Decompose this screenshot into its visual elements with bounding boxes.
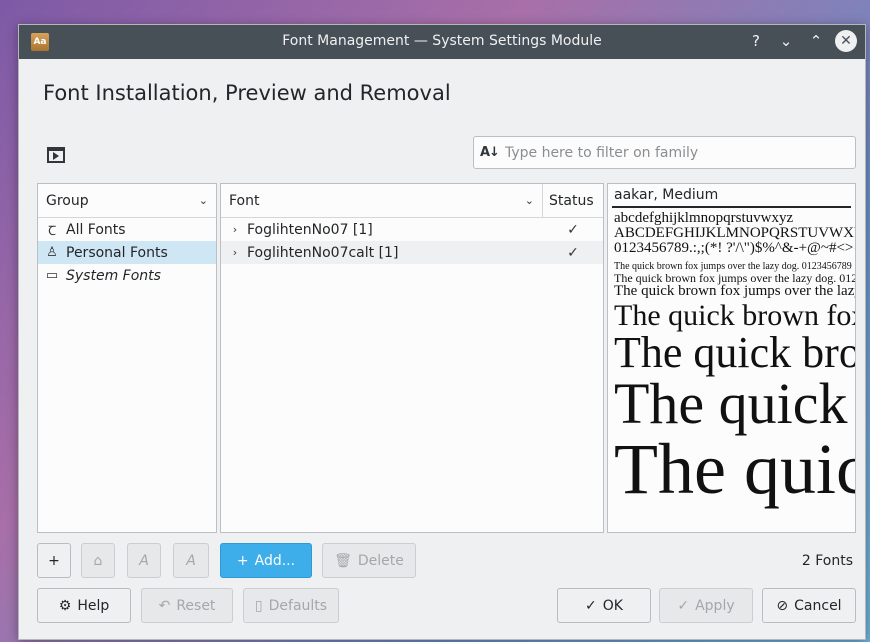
font-column-header[interactable]: Font ⌄ [221,184,543,217]
title-bar[interactable]: Aa Font Management — System Settings Mod… [19,25,865,59]
preview-font-name: aakar, Medium [612,184,851,208]
cancel-button[interactable]: ⊘ Cancel [762,588,856,623]
ok-label: OK [602,597,623,614]
maximize-chevron-up-icon[interactable]: ⌃ [805,30,827,52]
filter-type-icon[interactable]: A↓ [480,145,500,160]
add-fonts-label: Add... [254,552,296,569]
minimize-chevron-down-icon[interactable]: ⌄ [775,30,797,52]
font-count: 2 Fonts [801,553,853,569]
font-name: FoglihtenNo07calt [1] [247,244,399,261]
chevron-down-icon[interactable]: ⌄ [199,194,208,207]
font-row[interactable]: › FoglihtenNo07 [1] ✓ [221,218,603,241]
status-column-header[interactable]: Status [543,184,603,217]
cancel-icon: ⊘ [776,597,789,614]
status-column-label: Status [549,192,594,209]
font-disable-icon: A [186,552,196,569]
preview-line: The quick brown fox jumps over the lazy … [614,283,855,299]
window-title: Font Management — System Settings Module [282,33,602,49]
preview-line: The quick brown fox jumps over the lazy … [614,371,855,436]
enable-group-button[interactable]: A [127,543,161,578]
monitor-icon: ▭ [45,268,59,283]
ok-button[interactable]: ✓ OK [557,588,651,623]
group-header[interactable]: Group ⌄ [38,184,216,218]
preview-line: The quick brown fox jumps over the lazy … [614,429,855,509]
group-list[interactable]: Group ⌄ Ꞇ All Fonts ♙ Personal Fonts ▭ System… [37,183,217,533]
font-preview: aakar, Medium abcdefghijklmnopqrstuvwxyz… [607,183,856,533]
group-item[interactable]: Ꞇ All Fonts [38,218,216,241]
group-item-label: Personal Fonts [66,244,168,261]
reset-button[interactable]: ↶ Reset [141,588,233,623]
group-item[interactable]: ▭ System Fonts [38,264,216,287]
preview-line: abcdefghijklmnopqrstuvwxyz [614,210,794,226]
preview-sample-text: abcdefghijklmnopqrstuvwxyz ABCDEFGHIJKLMN… [608,210,856,509]
checkmark-icon: ✓ [677,597,690,614]
plus-icon: + [236,552,249,569]
status-check-icon[interactable]: ✓ [543,222,603,238]
apply-button[interactable]: ✓ Apply [659,588,753,623]
help-button[interactable]: ⚙ Help [37,588,131,623]
defaults-label: Defaults [268,597,328,614]
preview-line: 0123456789.:,;(*! ?'/\")$%^&-+@~#<>{}[] [614,240,856,256]
cancel-label: Cancel [794,597,842,614]
disable-group-button[interactable]: A [173,543,209,578]
filter-input[interactable] [504,144,835,161]
preview-line: The quick brown fox jumps over the lazy … [614,328,855,377]
font-management-window: Aa Font Management — System Settings Mod… [18,24,866,640]
page-title: Font Installation, Preview and Removal [43,81,451,105]
plus-icon: + [48,552,60,569]
font-list-header[interactable]: Font ⌄ Status [221,184,603,218]
help-label: Help [77,597,110,614]
group-item-label: All Fonts [66,221,126,238]
font-column-label: Font [229,192,260,209]
expand-chevron-icon[interactable]: › [221,246,241,259]
add-fonts-button[interactable]: + Add... [220,543,312,578]
group-header-label: Group [46,192,89,209]
close-icon[interactable]: ✕ [835,30,857,52]
delete-label: Delete [357,552,404,569]
trash-icon: 🗑 [334,552,352,569]
font-list[interactable]: Font ⌄ Status › FoglihtenNo07 [1] ✓ › Foglih… [220,183,604,533]
user-icon: ♙ [46,245,58,260]
reset-label: Reset [176,597,216,614]
font-name: FoglihtenNo07 [1] [247,221,373,238]
help-question-icon[interactable]: ? [745,30,767,52]
apply-label: Apply [695,597,735,614]
add-group-button[interactable]: + [37,543,71,578]
font-row[interactable]: › FoglihtenNo07calt [1] ✓ [221,241,603,264]
chevron-down-icon[interactable]: ⌄ [525,194,534,207]
group-item-label: System Fonts [66,267,161,284]
delete-fonts-button[interactable]: 🗑 Delete [322,543,416,578]
lifebuoy-icon: ⚙ [58,597,72,614]
group-item[interactable]: ♙ Personal Fonts [38,241,216,264]
preview-toggle-icon[interactable] [47,147,65,163]
undo-icon: ↶ [158,597,171,614]
font-icon: Ꞇ [47,223,57,239]
document-defaults-icon: ▯ [254,597,263,614]
trash-icon: ⌂ [93,552,103,569]
checkmark-icon: ✓ [585,597,597,614]
preview-line: ABCDEFGHIJKLMNOPQRSTUVWXYZ [614,225,856,241]
family-filter[interactable]: A↓ [473,136,856,169]
status-check-icon[interactable]: ✓ [543,245,603,261]
font-enable-icon: A [139,552,149,569]
preview-line: The quick brown fox jumps over the lazy … [614,299,855,332]
expand-chevron-icon[interactable]: › [221,223,241,236]
defaults-button[interactable]: ▯ Defaults [243,588,339,623]
remove-group-button[interactable]: ⌂ [81,543,115,578]
